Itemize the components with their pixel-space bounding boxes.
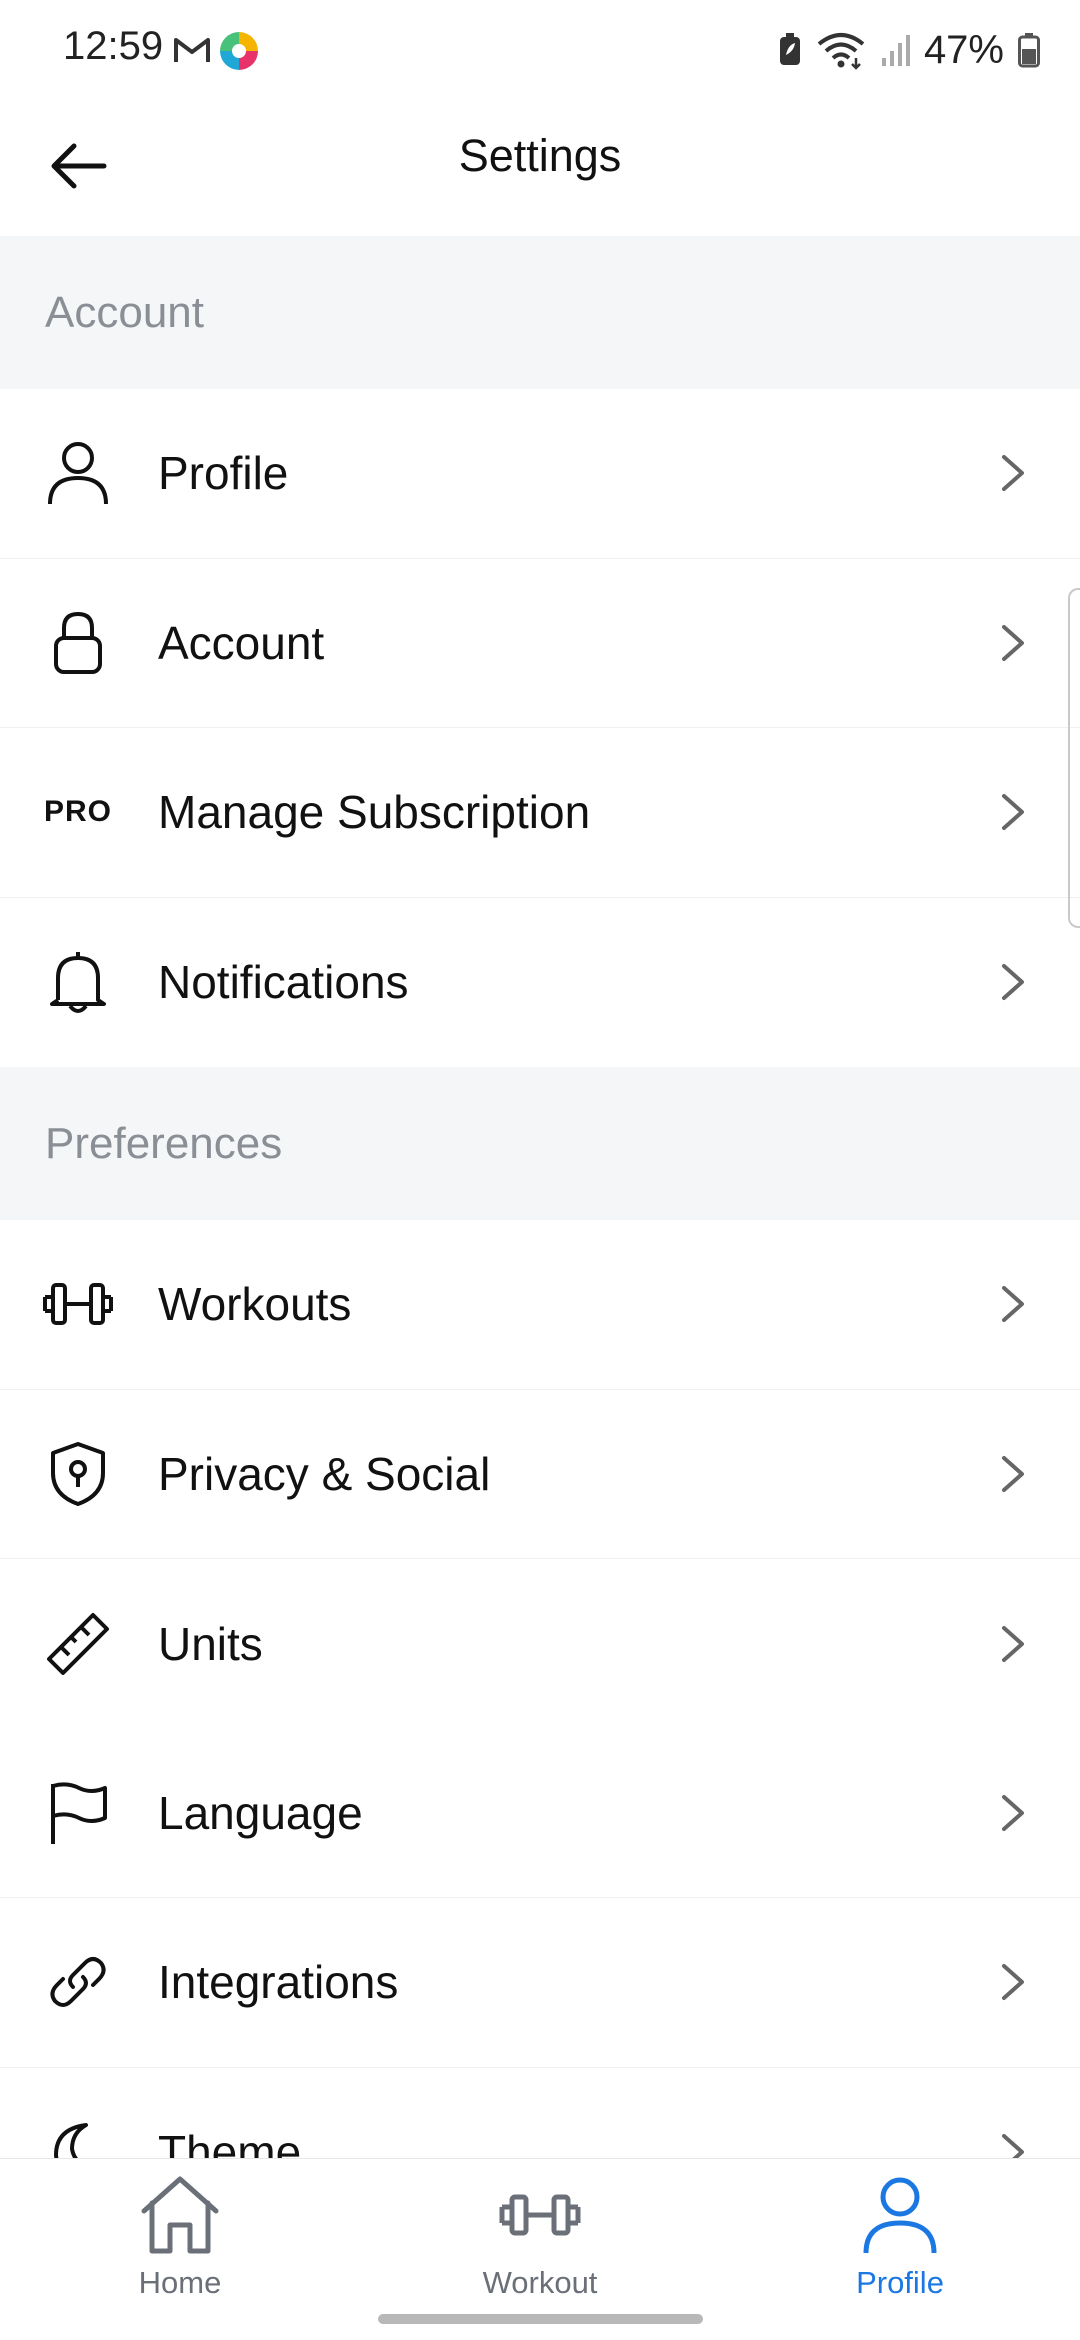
dumbbell-icon (42, 1268, 114, 1340)
shield-lock-icon (42, 1438, 114, 1510)
home-icon (141, 2176, 219, 2254)
pro-badge-icon: PRO (42, 776, 114, 848)
ruler-icon (42, 1608, 114, 1680)
chevron-right-icon (1002, 624, 1024, 661)
nav-item-profile[interactable]: Profile (790, 2159, 1010, 2319)
chevron-right-icon (1002, 455, 1024, 492)
nav-item-workout[interactable]: Workout (430, 2159, 650, 2319)
nav-label: Workout (482, 2265, 598, 2300)
nav-item-home[interactable]: Home (70, 2159, 290, 2319)
link-icon (42, 1946, 114, 2018)
scroll-indicator[interactable] (1068, 588, 1080, 928)
section-header-account: Account (0, 236, 1080, 389)
chevron-right-icon (1002, 1964, 1024, 2001)
chevron-right-icon (1002, 1286, 1024, 1323)
bottom-nav: Home Workout Profile (0, 2158, 1080, 2340)
settings-item-label: Notifications (158, 956, 409, 1009)
battery-saver-icon (779, 33, 800, 65)
status-right-group: 47% (778, 24, 1040, 76)
settings-item-label: Manage Subscription (158, 786, 591, 839)
chevron-right-icon (1002, 794, 1024, 831)
settings-item-label: Account (158, 616, 325, 669)
wifi-icon (817, 33, 865, 70)
settings-item-label: Language (158, 1786, 363, 1839)
status-time: 12:59 (63, 24, 164, 68)
page-title: Settings (458, 130, 622, 181)
settings-item-label: Privacy & Social (158, 1447, 491, 1500)
settings-item-integrations[interactable]: Integrations (0, 1898, 1080, 2068)
chevron-right-icon (1002, 964, 1024, 1001)
chevron-right-icon (1002, 1625, 1024, 1662)
status-bar: 12:59 47% (0, 0, 1080, 100)
battery-percent: 47% (923, 27, 1004, 72)
app-header: Settings (0, 100, 1080, 236)
user-icon (42, 437, 114, 509)
nav-label: Home (138, 2265, 222, 2300)
dumbbell-icon (499, 2194, 581, 2236)
settings-item-notifications[interactable]: Notifications (0, 897, 1080, 1067)
settings-item-privacy-social[interactable]: Privacy & Social (0, 1389, 1080, 1559)
settings-item-account[interactable]: Account (0, 558, 1080, 728)
lock-icon (42, 607, 114, 679)
user-icon (863, 2177, 937, 2254)
settings-item-label: Profile (158, 447, 289, 500)
battery-icon (1018, 33, 1040, 68)
bell-icon (42, 946, 114, 1018)
gmail-icon (174, 38, 210, 62)
home-indicator[interactable] (378, 2314, 703, 2324)
settings-item-units[interactable]: Units (0, 1559, 1080, 1729)
settings-item-label: Units (158, 1617, 263, 1670)
settings-item-workouts[interactable]: Workouts (0, 1220, 1080, 1390)
pro-badge-text: PRO (43, 795, 112, 829)
settings-item-language[interactable]: Language (0, 1728, 1080, 1898)
settings-item-label: Workouts (158, 1278, 352, 1331)
chevron-right-icon (1002, 1455, 1024, 1492)
settings-item-profile[interactable]: Profile (0, 389, 1080, 559)
settings-item-manage-subscription[interactable]: PRO Manage Subscription (0, 728, 1080, 898)
settings-item-label: Integrations (158, 1956, 399, 2009)
nav-label: Profile (856, 2265, 944, 2300)
app-icon (220, 32, 258, 70)
settings-list: Account Profile Account PRO Manage Subsc… (0, 236, 1080, 2237)
section-header-preferences: Preferences (0, 1067, 1080, 1220)
settings-screen: 12:59 47% Settings Account Profile Accou… (0, 0, 1080, 2340)
signal-icon (881, 35, 910, 66)
chevron-right-icon (1002, 1794, 1024, 1831)
flag-icon (42, 1777, 114, 1849)
